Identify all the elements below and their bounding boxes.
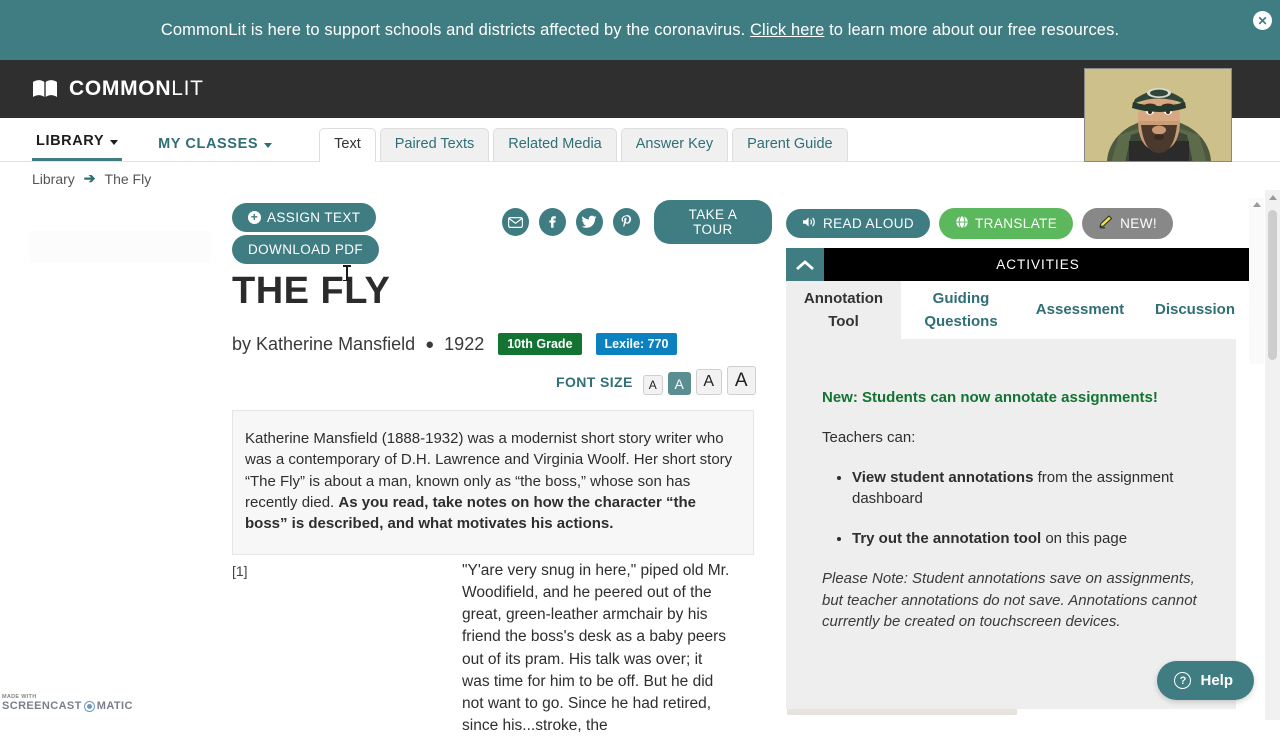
page-scrollbar[interactable] (1265, 190, 1280, 720)
brand-wordmark: COMMONLIT (69, 77, 204, 101)
covid-banner: CommonLit is here to support schools and… (0, 0, 1280, 60)
watermark-right: MATIC (97, 700, 133, 712)
nav-menu-group: LIBRARY MY CLASSES (0, 117, 276, 161)
activities-header-bar: ACTIVITIES (786, 248, 1252, 281)
scroll-up-arrow-icon[interactable] (1269, 195, 1277, 200)
chevron-down-icon (264, 143, 272, 148)
globe-icon (955, 215, 969, 232)
annotation-note: Please Note: Student annotations save on… (822, 568, 1208, 633)
text-cursor-icon (346, 265, 348, 281)
banner-message: CommonLit is here to support schools and… (161, 21, 1119, 40)
paragraph-text: "Y'are very snug in here," piped old Mr.… (462, 560, 734, 737)
font-size-label: FONT SIZE (556, 374, 633, 395)
bullet-2-bold: Try out the annotation tool (852, 530, 1041, 547)
sidebar-item-my-classes[interactable]: MY CLASSES (154, 136, 276, 161)
grade-badge: 10th Grade (498, 333, 581, 355)
tab-guiding-questions[interactable]: Guiding Questions (901, 281, 1021, 339)
download-pdf-button[interactable]: DOWNLOAD PDF (232, 235, 379, 264)
chevron-down-icon (110, 140, 118, 145)
twitter-icon[interactable] (576, 208, 603, 236)
tab-assessment[interactable]: Assessment (1021, 281, 1139, 339)
tab-related-media[interactable]: Related Media (493, 128, 617, 161)
main-content: + ASSIGN TEXT DOWNLOAD PDF (0, 190, 1280, 720)
banner-close-icon[interactable]: ✕ (1253, 11, 1272, 30)
breadcrumb-current: The Fly (105, 171, 152, 187)
new-label: NEW! (1120, 216, 1157, 231)
paragraph-number: [1] (232, 563, 248, 579)
speaker-icon (802, 216, 817, 231)
book-icon (32, 79, 58, 99)
help-label: Help (1200, 672, 1233, 689)
read-aloud-label: READ ALOUD (823, 216, 914, 231)
activities-panel-title: ACTIVITIES (824, 248, 1252, 281)
lexile-badge: Lexile: 770 (596, 333, 678, 355)
scroll-up-arrow-icon[interactable] (1253, 202, 1261, 207)
nav-label-library: LIBRARY (36, 133, 104, 149)
list-item: View student annotations from the assign… (852, 467, 1208, 511)
webcam-overlay (1084, 68, 1232, 162)
help-button[interactable]: ? Help (1157, 661, 1254, 700)
watermark-left: SCREENCAST (2, 700, 82, 712)
font-size-option-4[interactable]: A (727, 366, 756, 395)
screencast-watermark: MADE WITH SCREENCAST MATIC (2, 694, 133, 712)
breadcrumb-library[interactable]: Library (32, 171, 75, 187)
nav-label-my-classes: MY CLASSES (158, 136, 258, 152)
bullet-1-bold: View student annotations (852, 469, 1033, 486)
tab-answer-key[interactable]: Answer Key (621, 128, 728, 161)
tab-text[interactable]: Text (319, 128, 376, 162)
watermark-brand: SCREENCAST MATIC (2, 700, 133, 712)
publication-year: 1922 (444, 334, 484, 355)
bullet-2-rest: on this page (1041, 530, 1127, 547)
read-aloud-button[interactable]: READ ALOUD (786, 209, 930, 238)
banner-text-before: CommonLit is here to support schools and… (161, 21, 750, 39)
email-icon[interactable] (502, 208, 529, 236)
commonlit-logo[interactable]: COMMONLIT (32, 77, 204, 101)
separator-dot: ● (425, 336, 434, 353)
tab-discussion[interactable]: Discussion (1139, 281, 1251, 339)
article-byline: by Katherine Mansfield ● 1922 10th Grade… (232, 333, 677, 355)
author-name: by Katherine Mansfield (232, 334, 415, 355)
chevron-up-icon[interactable] (786, 248, 824, 281)
tab-annotation-tool[interactable]: Annotation Tool (786, 281, 901, 339)
font-size-option-2[interactable]: A (668, 372, 691, 395)
translate-label: TRANSLATE (975, 216, 1057, 231)
content-tabs: Text Paired Texts Related Media Answer K… (319, 117, 847, 161)
take-a-tour-button[interactable]: TAKE A TOUR (654, 200, 772, 244)
annotation-subhead: Teachers can: (822, 427, 1208, 449)
assign-text-label: ASSIGN TEXT (267, 210, 360, 225)
arrow-right-icon: ➔ (84, 170, 96, 187)
translate-button[interactable]: TRANSLATE (939, 208, 1073, 239)
plus-icon: + (248, 211, 261, 224)
inner-scrollbar[interactable] (1249, 198, 1264, 364)
article-intro-box: Katherine Mansfield (1888-1932) was a mo… (232, 410, 754, 555)
breadcrumb: Library ➔ The Fly (32, 170, 151, 187)
annotation-tool-panel: New: Students can now annotate assignmen… (786, 339, 1236, 709)
question-mark-icon: ? (1174, 672, 1191, 689)
pinterest-icon[interactable] (613, 208, 640, 236)
activities-column: READ ALOUD TRANSLATE (786, 190, 1254, 239)
font-size-control: FONT SIZE A A A A (556, 366, 756, 395)
activity-action-buttons: READ ALOUD TRANSLATE (786, 190, 1254, 239)
sidebar-item-library[interactable]: LIBRARY (32, 133, 122, 161)
pencil-icon (1098, 215, 1114, 232)
activities-tabs: Annotation Tool Guiding Questions Assess… (786, 281, 1252, 339)
font-size-option-1[interactable]: A (643, 375, 663, 395)
assign-text-button[interactable]: + ASSIGN TEXT (232, 203, 376, 232)
scroll-thumb[interactable] (1268, 210, 1277, 360)
record-dot-icon (84, 701, 95, 712)
list-item: Try out the annotation tool on this page (852, 528, 1208, 550)
banner-link[interactable]: Click here (750, 21, 824, 39)
banner-text-after: to learn more about our free resources. (824, 21, 1119, 39)
annotation-headline: New: Students can now annotate assignmen… (822, 387, 1208, 409)
new-feature-button[interactable]: NEW! (1082, 208, 1173, 239)
annotation-bullet-list: View student annotations from the assign… (852, 467, 1208, 550)
page-title: THE FLY (232, 270, 390, 313)
tab-parent-guide[interactable]: Parent Guide (732, 128, 847, 161)
facebook-icon[interactable] (539, 208, 566, 236)
social-share-row: TAKE A TOUR (502, 200, 772, 244)
tab-paired-texts[interactable]: Paired Texts (380, 128, 490, 161)
font-size-option-3[interactable]: A (696, 369, 722, 395)
